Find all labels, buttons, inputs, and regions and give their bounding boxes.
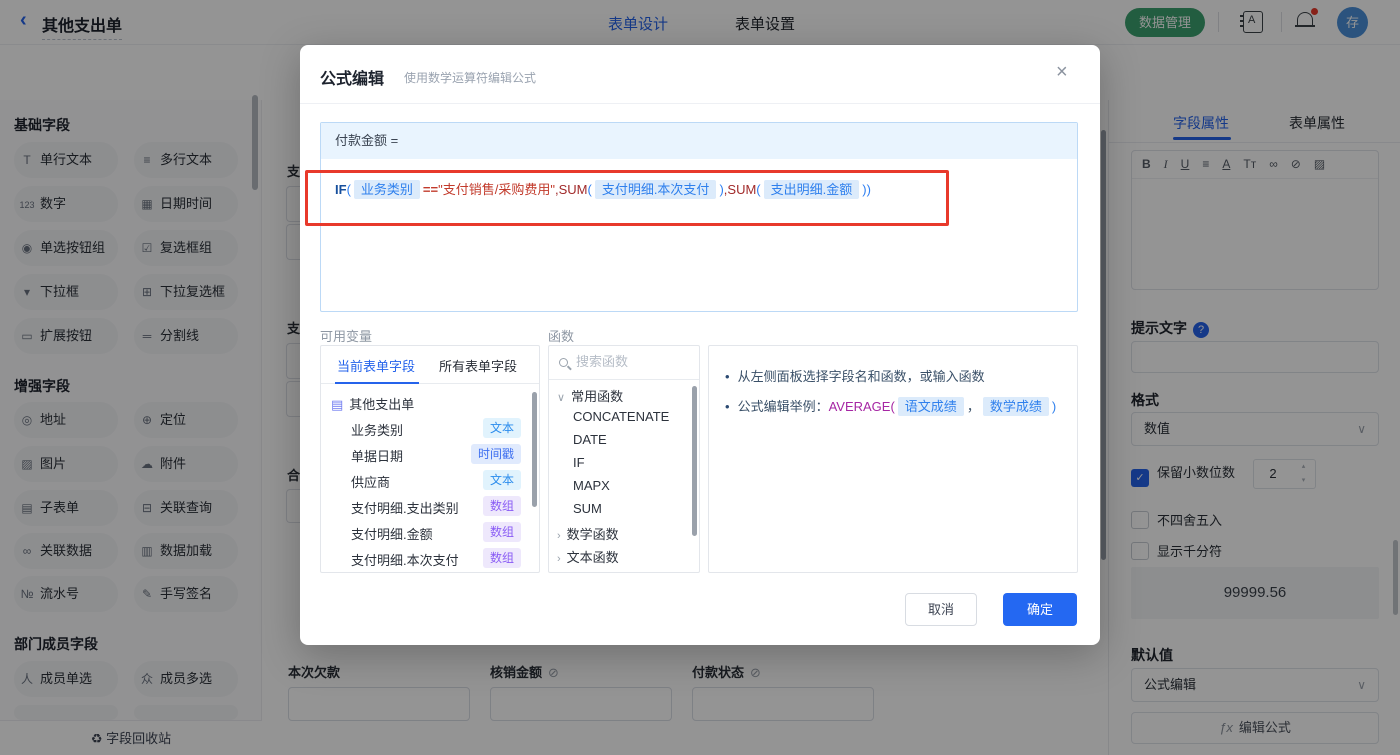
variable-item[interactable]: 单据日期 时间戳 bbox=[351, 444, 533, 465]
function-item[interactable]: IF bbox=[573, 455, 585, 470]
app-screen: ‹ 其他支出单 表单设计 表单设置 数据管理 存 ⊘表单外链 ⊡后端脚本 ▥数据… bbox=[0, 0, 1400, 755]
confirm-button[interactable]: 确定 bbox=[1003, 593, 1077, 626]
modal-title: 公式编辑 bbox=[320, 71, 385, 88]
variable-item[interactable]: 支付明细.本次支付 数组 bbox=[351, 548, 533, 569]
search-icon bbox=[559, 358, 568, 367]
modal-subtitle: 使用数学运算符编辑公式 bbox=[404, 71, 537, 85]
type-badge: 文本 bbox=[482, 470, 521, 490]
function-item[interactable]: MAPX bbox=[573, 478, 610, 493]
function-search bbox=[549, 346, 699, 380]
function-item[interactable]: DATE bbox=[573, 432, 607, 447]
function-item[interactable]: CONCATENATE bbox=[573, 409, 669, 424]
type-badge: 时间戳 bbox=[470, 444, 521, 464]
functions-panel: ∨常用函数 CONCATENATE DATE IF MAPX SUM ›数学函数… bbox=[548, 345, 700, 573]
type-badge: 数组 bbox=[482, 548, 521, 568]
close-icon[interactable]: × bbox=[1056, 61, 1068, 84]
variables-scrollbar[interactable] bbox=[532, 392, 537, 507]
formula-edit-modal: 公式编辑 使用数学运算符编辑公式 × 付款金额 = IF(业务类别 =="支付销售… bbox=[300, 45, 1100, 645]
function-item[interactable]: SUM bbox=[573, 501, 602, 516]
caret-down-icon: ∨ bbox=[557, 392, 566, 404]
formula-target-label: 付款金额 = bbox=[321, 123, 1077, 159]
help-bullet-2: • 公式编辑举例：AVERAGE(语文成绩，数学成绩) bbox=[725, 397, 1057, 416]
functions-section-label: 函数 bbox=[548, 329, 575, 344]
type-badge: 数组 bbox=[482, 496, 521, 516]
caret-right-icon: › bbox=[557, 553, 561, 565]
example-comma: ， bbox=[966, 399, 980, 414]
example-function: AVERAGE( bbox=[828, 399, 895, 414]
bullet-icon: • bbox=[725, 369, 730, 384]
tab-all-form-fields[interactable]: 所有表单字段 bbox=[439, 356, 517, 375]
variable-item[interactable]: 供应商 文本 bbox=[351, 470, 533, 491]
example-field-chip: 语文成绩 bbox=[897, 397, 964, 416]
caret-right-icon: › bbox=[557, 530, 561, 542]
function-group-common[interactable]: ∨ 常用函数 bbox=[557, 386, 623, 405]
function-group-text[interactable]: › 文本函数 bbox=[557, 547, 619, 566]
type-badge: 数组 bbox=[482, 522, 521, 542]
divider bbox=[300, 103, 1100, 104]
variables-root[interactable]: ▤ 其他支出单 bbox=[331, 394, 414, 413]
active-tab-underline bbox=[335, 382, 419, 384]
cancel-button[interactable]: 取消 bbox=[905, 593, 977, 626]
tab-current-form-fields[interactable]: 当前表单字段 bbox=[337, 356, 415, 375]
example-field-chip: 数学成绩 bbox=[982, 397, 1049, 416]
bullet-icon: • bbox=[725, 399, 730, 414]
type-badge: 文本 bbox=[482, 418, 521, 438]
help-panel: • 从左侧面板选择字段名和函数，或输入函数 • 公式编辑举例：AVERAGE(语文成… bbox=[708, 345, 1078, 573]
variable-item[interactable]: 业务类别 文本 bbox=[351, 418, 533, 439]
annotation-red-box bbox=[305, 170, 949, 226]
variable-item[interactable]: 支付明细.金额 数组 bbox=[351, 522, 533, 543]
variables-section-label: 可用变量 bbox=[320, 329, 373, 344]
example-close-paren: ) bbox=[1051, 399, 1057, 414]
help-bullet-1: • 从左侧面板选择字段名和函数，或输入函数 bbox=[725, 369, 985, 384]
functions-scrollbar[interactable] bbox=[692, 386, 697, 536]
form-doc-icon: ▤ bbox=[331, 397, 344, 412]
variable-item[interactable]: 支付明细.支出类别 数组 bbox=[351, 496, 533, 517]
function-search-input[interactable] bbox=[574, 353, 674, 370]
variables-panel: 当前表单字段 所有表单字段 ▤ 其他支出单 业务类别 文本 单据日期 时间戳 供应商文… bbox=[320, 345, 540, 573]
function-group-math[interactable]: › 数学函数 bbox=[557, 524, 619, 543]
variables-tabs: 当前表单字段 所有表单字段 bbox=[321, 346, 539, 384]
